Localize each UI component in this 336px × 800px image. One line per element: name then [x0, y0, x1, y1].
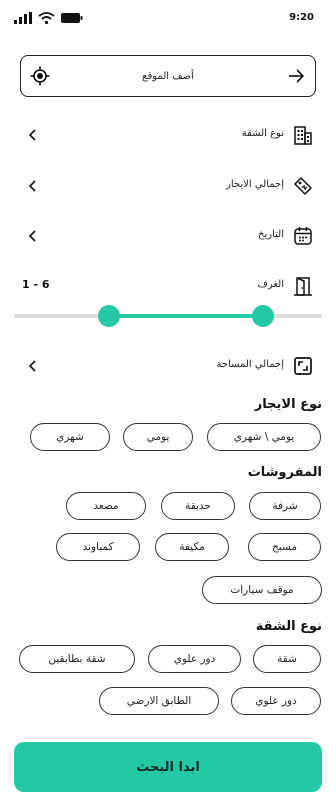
location-target-icon[interactable]: [30, 66, 50, 86]
area-expand-icon: [294, 357, 312, 375]
slider-selected-range: [109, 314, 264, 318]
rooms-range-value: 1 - 6: [22, 278, 50, 291]
filter-total-area[interactable]: إجمالي المساحة: [0, 352, 336, 380]
location-placeholder: أضف الموقع: [142, 70, 194, 82]
chip-daily[interactable]: يومي: [123, 423, 193, 451]
signal-icon: [14, 12, 32, 24]
apartment-kind-title: نوع الشقة: [255, 619, 322, 634]
chevron-left-icon: [28, 129, 36, 141]
chip-upper-floor[interactable]: دور علوي: [148, 645, 241, 673]
price-tag-icon: [294, 177, 312, 195]
filter-total-rent-label: إجمالي الايجار: [226, 179, 284, 190]
location-search-input[interactable]: أضف الموقع: [20, 55, 316, 97]
chip-ground-floor[interactable]: الطابق الارضي: [99, 687, 219, 715]
chip-air-conditioned[interactable]: مكيفة: [155, 533, 229, 561]
slider-thumb-max[interactable]: [252, 305, 275, 327]
chip-garden[interactable]: حديقة: [161, 492, 235, 520]
chevron-left-icon: [28, 360, 36, 372]
chip-upper-floor-2[interactable]: دور علوي: [231, 687, 321, 715]
chevron-left-icon: [28, 230, 36, 242]
chip-parking[interactable]: موقف سيارات: [202, 576, 322, 604]
furnishings-title: المفروشات: [247, 465, 322, 480]
rooms-range-slider[interactable]: [14, 305, 322, 327]
door-icon: [294, 277, 312, 296]
chip-apartment[interactable]: شقة: [253, 645, 321, 673]
chip-compound[interactable]: كمباوند: [56, 533, 140, 561]
start-search-button[interactable]: ابدا البحث: [14, 742, 322, 792]
chip-elevator[interactable]: مصعد: [66, 492, 146, 520]
status-bar: 9:20: [0, 0, 336, 40]
chevron-left-icon: [28, 180, 36, 192]
filter-rooms: الغرف: [0, 272, 336, 300]
arrow-right-icon[interactable]: [287, 67, 305, 85]
calendar-icon: [294, 227, 312, 245]
rent-type-title: نوع الايجار: [254, 397, 322, 412]
filter-date[interactable]: التاريخ: [0, 222, 336, 250]
wifi-icon: [38, 12, 55, 24]
filter-total-rent[interactable]: إجمالي الايجار: [0, 172, 336, 200]
filter-apartment-type-label: نوع الشقة: [241, 128, 284, 139]
battery-icon: [61, 13, 83, 23]
chip-daily-monthly[interactable]: يومي \ شهري: [207, 423, 321, 451]
filter-total-area-label: إجمالي المساحة: [216, 359, 284, 370]
filter-apartment-type[interactable]: نوع الشقة: [0, 121, 336, 149]
filter-date-label: التاريخ: [258, 229, 284, 240]
chip-pool[interactable]: مسبح: [248, 533, 321, 561]
status-icons: [14, 12, 83, 24]
chip-monthly[interactable]: شهري: [30, 423, 110, 451]
building-icon: [294, 126, 312, 145]
status-time: 9:20: [289, 12, 314, 23]
chip-balcony[interactable]: شرفة: [249, 492, 321, 520]
filter-rooms-label: الغرف: [257, 279, 284, 290]
chip-duplex[interactable]: شقة بطابقين: [19, 645, 135, 673]
slider-thumb-min[interactable]: [98, 305, 121, 327]
